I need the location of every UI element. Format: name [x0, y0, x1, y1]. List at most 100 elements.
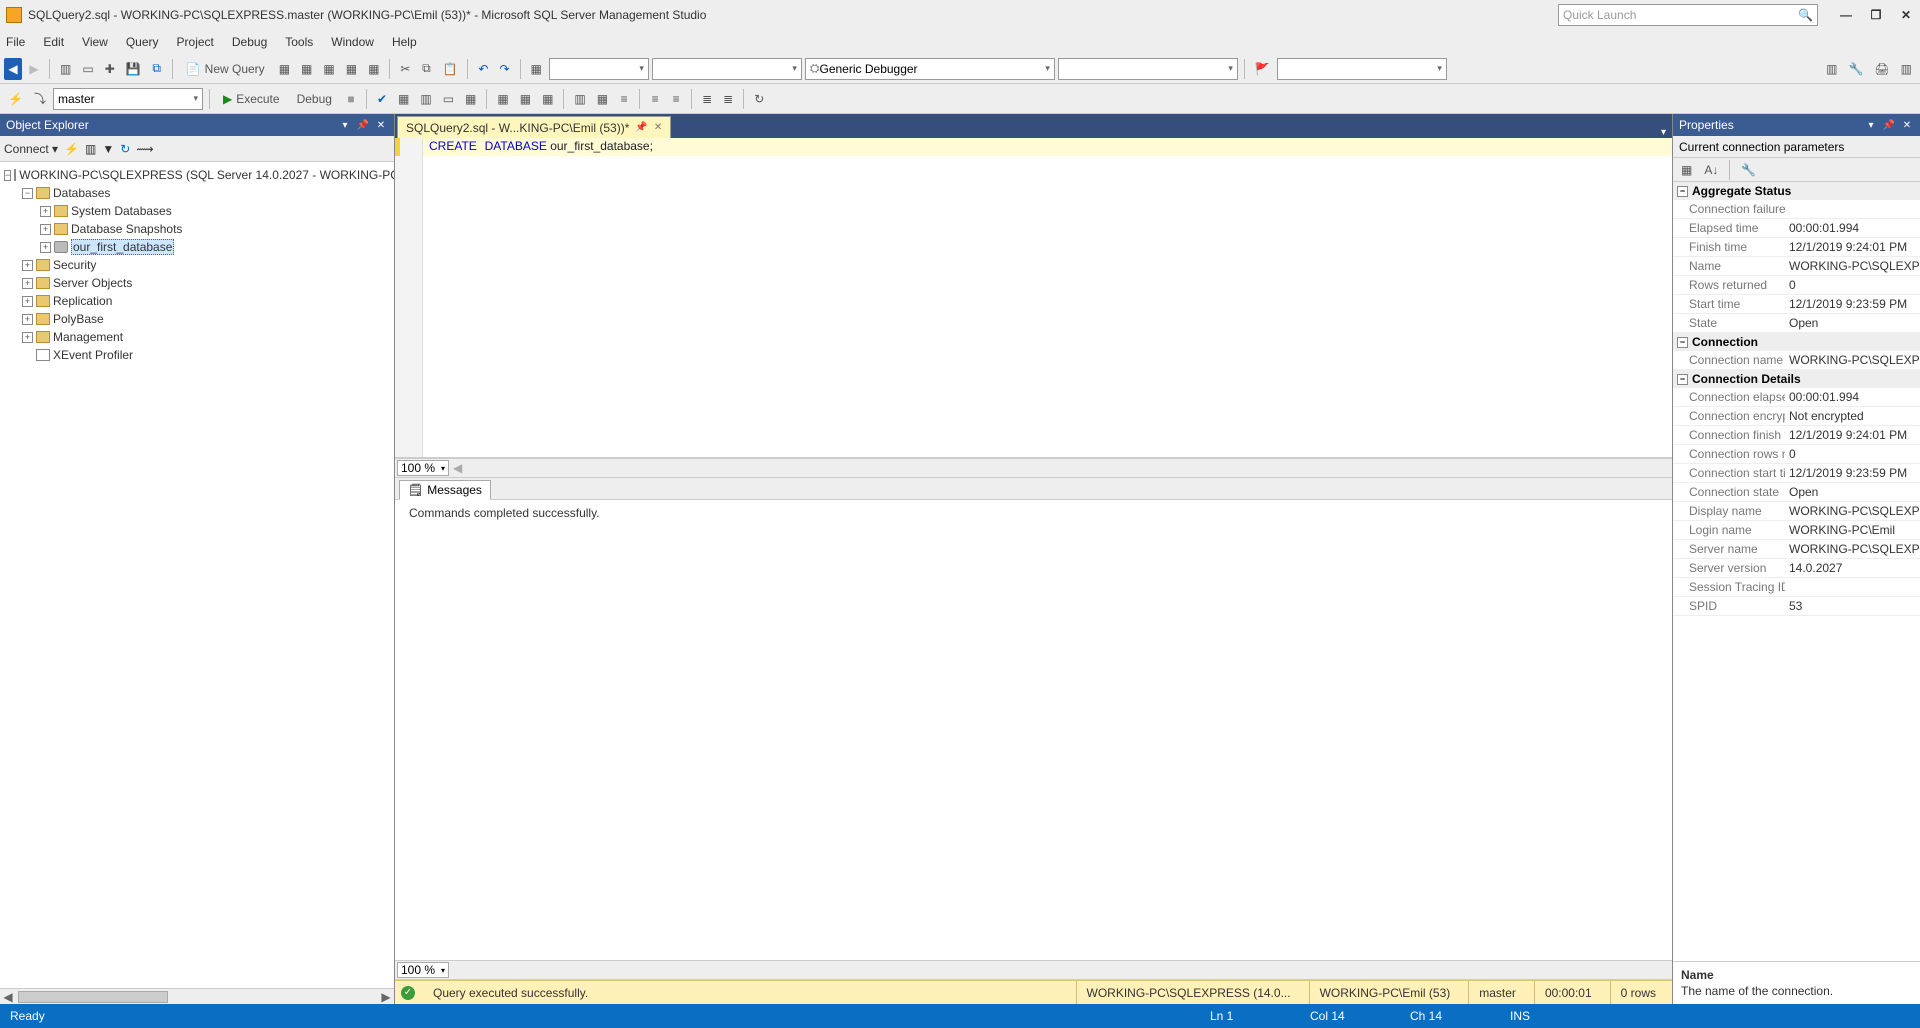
available-db-button[interactable]: ⤵	[30, 88, 50, 110]
tool-btn-5[interactable]: ▦	[364, 58, 383, 80]
debug-button[interactable]: Debug	[290, 88, 339, 110]
menu-debug[interactable]: Debug	[232, 35, 267, 49]
tree-polybase-node[interactable]: +PolyBase	[2, 310, 392, 328]
filter-button[interactable]: ▼	[102, 142, 114, 156]
properties-subject[interactable]: Current connection parameters	[1673, 136, 1920, 158]
tree-ourdb-node[interactable]: +our_first_database	[2, 238, 392, 256]
cut-button[interactable]: ✂	[396, 58, 414, 80]
menu-file[interactable]: File	[6, 35, 25, 49]
panel-pin-icon[interactable]: 📌	[1882, 120, 1896, 131]
menu-edit[interactable]: Edit	[43, 35, 64, 49]
stop-button[interactable]: ▥	[85, 142, 96, 156]
tree-serverobjects-node[interactable]: +Server Objects	[2, 274, 392, 292]
tool-btn-3[interactable]: ▦	[319, 58, 338, 80]
pin-icon[interactable]: 📌	[635, 122, 647, 133]
nav-back-button[interactable]: ◀	[4, 58, 22, 80]
open-button[interactable]: ▭	[78, 58, 97, 80]
group-connection[interactable]: −Connection	[1673, 333, 1920, 351]
refresh-button[interactable]: ↻	[120, 142, 130, 156]
add-file-button[interactable]: ✚	[101, 58, 119, 80]
tree-databases-node[interactable]: −Databases	[2, 184, 392, 202]
tree-snapshots-node[interactable]: +Database Snapshots	[2, 220, 392, 238]
tabs-overflow-icon[interactable]: ▾	[1655, 127, 1672, 138]
alphabetical-button[interactable]: A↓	[1700, 159, 1722, 181]
database-dropdown[interactable]: master▾	[53, 88, 203, 110]
disconnect-button[interactable]: ⚡	[64, 142, 79, 156]
object-explorer-tree[interactable]: −WORKING-PC\SQLEXPRESS (SQL Server 14.0.…	[0, 162, 394, 988]
save-button[interactable]: 💾	[122, 58, 145, 80]
redo-button[interactable]: ↷	[495, 58, 513, 80]
sql-editor[interactable]: CREATE DATABASE our_first_database;	[395, 138, 1672, 458]
prop-conn-rows[interactable]: Connection rows re0	[1673, 445, 1920, 464]
prop-conn-finish[interactable]: Connection finish t12/1/2019 9:24:01 PM	[1673, 426, 1920, 445]
paste-button[interactable]: 📋	[438, 58, 461, 80]
close-button[interactable]: ✕	[1898, 8, 1914, 22]
prop-connection-failures[interactable]: Connection failures	[1673, 200, 1920, 219]
change-connection-button[interactable]: ⚡	[4, 88, 27, 110]
prop-elapsed-time[interactable]: Elapsed time00:00:01.994	[1673, 219, 1920, 238]
empty-dropdown[interactable]: ▾	[1058, 58, 1238, 80]
parse-button[interactable]: ✔	[373, 88, 391, 110]
prop-server-version[interactable]: Server version14.0.2027	[1673, 559, 1920, 578]
prop-display-name[interactable]: Display nameWORKING-PC\SQLEXPR	[1673, 502, 1920, 521]
results-text-button[interactable]: ▥	[570, 88, 589, 110]
copy-button[interactable]: ⧉	[417, 58, 435, 80]
prop-spid[interactable]: SPID53	[1673, 597, 1920, 616]
prop-start-time[interactable]: Start time12/1/2019 9:23:59 PM	[1673, 295, 1920, 314]
outdent-button[interactable]: ≡	[667, 88, 685, 110]
scroll-right-icon[interactable]: ▶	[378, 990, 394, 1004]
panel-dropdown-icon[interactable]: ▾	[1864, 120, 1878, 131]
messages-output[interactable]: Commands completed successfully.	[395, 500, 1672, 960]
specify-values-button2[interactable]: ≣	[719, 88, 737, 110]
new-query-button[interactable]: 📄New Query	[179, 58, 272, 80]
properties-grid[interactable]: −Aggregate Status Connection failures El…	[1673, 182, 1920, 961]
tab-close-icon[interactable]: ✕	[654, 122, 662, 133]
tool-btn-4[interactable]: ▦	[342, 58, 361, 80]
tree-xevent-node[interactable]: XEvent Profiler	[2, 346, 392, 364]
panel-close-icon[interactable]: ✕	[374, 120, 388, 131]
new-project-button[interactable]: ▥	[56, 58, 75, 80]
estimated-plan-button[interactable]: ▦	[394, 88, 413, 110]
menu-help[interactable]: Help	[392, 35, 417, 49]
execute-button[interactable]: ▶Execute	[216, 88, 287, 110]
tool-btn-r3[interactable]: 🖨	[1870, 58, 1893, 80]
object-explorer-hscroll[interactable]: ◀ ▶	[0, 988, 394, 1004]
document-tab[interactable]: SQLQuery2.sql - W...KING-PC\Emil (53))* …	[397, 116, 671, 138]
property-pages-button[interactable]: 🔧	[1737, 159, 1760, 181]
messages-tab[interactable]: 🗒Messages	[399, 480, 491, 500]
cancel-query-button[interactable]: ■	[342, 88, 360, 110]
quick-launch-input[interactable]: Quick Launch 🔍	[1558, 4, 1818, 26]
indent-button[interactable]: ≡	[646, 88, 664, 110]
tree-replication-node[interactable]: +Replication	[2, 292, 392, 310]
prop-server-name[interactable]: Server nameWORKING-PC\SQLEXPR	[1673, 540, 1920, 559]
tree-server-node[interactable]: −WORKING-PC\SQLEXPRESS (SQL Server 14.0.…	[2, 166, 392, 184]
find-dropdown[interactable]: ▾	[1277, 58, 1447, 80]
activity-button[interactable]: ⟿	[136, 142, 153, 156]
prop-conn-encrypt[interactable]: Connection encrypNot encrypted	[1673, 407, 1920, 426]
solution-config-dropdown[interactable]: ▾	[549, 58, 649, 80]
tool-btn-2[interactable]: ▦	[297, 58, 316, 80]
prop-connection-name[interactable]: Connection nameWORKING-PC\SQLEXPR	[1673, 351, 1920, 370]
prop-conn-start[interactable]: Connection start ti12/1/2019 9:23:59 PM	[1673, 464, 1920, 483]
results-file-button[interactable]: ▦	[593, 88, 612, 110]
save-all-button[interactable]: ⧉	[148, 58, 166, 80]
panel-dropdown-icon[interactable]: ▾	[338, 120, 352, 131]
refresh-cache-button[interactable]: ↻	[750, 88, 768, 110]
tree-sysdb-node[interactable]: +System Databases	[2, 202, 392, 220]
results-grid-button[interactable]: ▦	[538, 88, 557, 110]
messages-zoom-dropdown[interactable]: 100 %▾	[397, 962, 449, 978]
find-button[interactable]: 🚩	[1251, 58, 1274, 80]
tool-btn-r1[interactable]: ▥	[1822, 58, 1841, 80]
tree-management-node[interactable]: +Management	[2, 328, 392, 346]
connect-dropdown[interactable]: Connect ▾	[4, 142, 58, 156]
tool-btn-r4[interactable]: ▥	[1897, 58, 1916, 80]
group-aggregate-status[interactable]: −Aggregate Status	[1673, 182, 1920, 200]
nav-forward-button[interactable]: ▶	[25, 58, 43, 80]
panel-pin-icon[interactable]: 📌	[356, 120, 370, 131]
categorized-button[interactable]: ▦	[1677, 159, 1696, 181]
prop-conn-elapsed[interactable]: Connection elapsed00:00:01.994	[1673, 388, 1920, 407]
menu-tools[interactable]: Tools	[285, 35, 313, 49]
minimize-button[interactable]: —	[1838, 8, 1854, 22]
grid-button[interactable]: ▦	[527, 58, 546, 80]
scroll-thumb[interactable]	[18, 991, 168, 1003]
